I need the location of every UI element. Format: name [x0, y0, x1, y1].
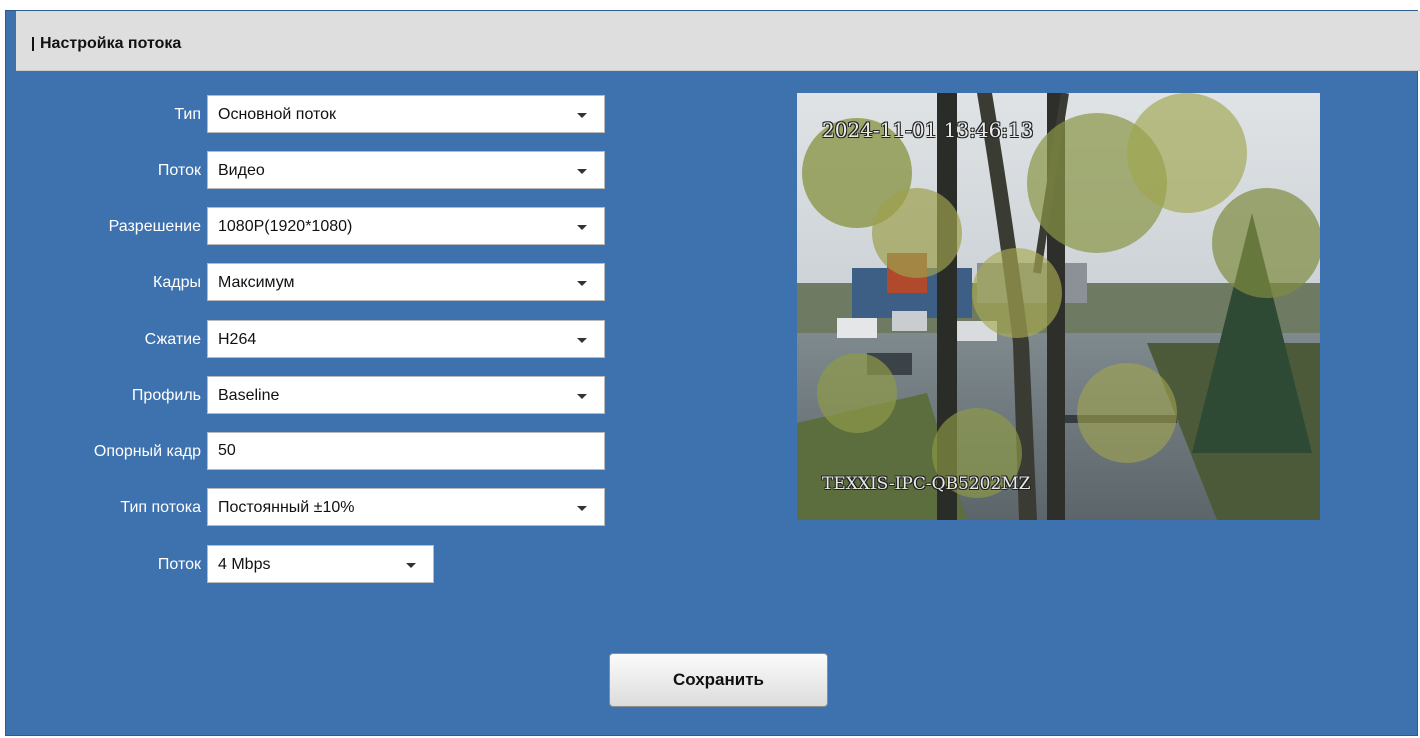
osd-camera-name: TEXXIS-IPC-QB5202MZ — [822, 474, 1031, 494]
bitrate-select-value: 4 Mbps — [218, 556, 271, 573]
panel-title: Настройка потока — [40, 35, 182, 52]
resolution-select[interactable]: 1080P(1920*1080) — [207, 207, 605, 245]
stream-label: Поток — [157, 162, 201, 179]
profile-label: Профиль — [131, 387, 201, 404]
chevron-down-icon — [406, 563, 416, 568]
type-label: Тип — [174, 106, 201, 123]
compression-select-value: H264 — [218, 331, 257, 348]
chevron-down-icon — [577, 394, 587, 399]
chevron-down-icon — [577, 281, 587, 286]
resolution-label: Разрешение — [108, 218, 201, 235]
stream-select-value: Видео — [218, 162, 265, 179]
header-marker-icon — [32, 37, 34, 51]
stream-select[interactable]: Видео — [207, 151, 605, 189]
save-button[interactable]: Сохранить — [609, 653, 828, 707]
frames-label: Кадры — [153, 274, 201, 291]
type-select[interactable]: Основной поток — [207, 95, 605, 133]
stream-type-select[interactable]: Постоянный ±10% — [207, 488, 605, 526]
chevron-down-icon — [577, 338, 587, 343]
type-select-value: Основной поток — [218, 106, 337, 123]
resolution-select-value: 1080P(1920*1080) — [218, 218, 353, 235]
chevron-down-icon — [577, 225, 587, 230]
bitrate-label: Поток — [157, 556, 201, 573]
panel-header: Настройка потока — [16, 11, 1420, 71]
camera-scene-image — [797, 93, 1320, 520]
stream-type-label: Тип потока — [120, 499, 201, 516]
osd-timestamp: 2024-11-01 13:46:13 — [822, 118, 1034, 142]
compression-select[interactable]: H264 — [207, 320, 605, 358]
profile-select-value: Baseline — [218, 387, 280, 404]
compression-label: Сжатие — [144, 331, 201, 348]
camera-preview: 2024-11-01 13:46:13 TEXXIS-IPC-QB5202MZ — [797, 93, 1320, 520]
frames-select-value: Максимум — [218, 274, 295, 291]
stream-type-select-value: Постоянный ±10% — [218, 499, 355, 516]
chevron-down-icon — [577, 506, 587, 511]
chevron-down-icon — [577, 113, 587, 118]
keyframe-label: Опорный кадр — [93, 443, 201, 460]
bitrate-select[interactable]: 4 Mbps — [207, 545, 434, 583]
profile-select[interactable]: Baseline — [207, 376, 605, 414]
keyframe-input[interactable] — [207, 432, 605, 470]
frames-select[interactable]: Максимум — [207, 263, 605, 301]
chevron-down-icon — [577, 169, 587, 174]
